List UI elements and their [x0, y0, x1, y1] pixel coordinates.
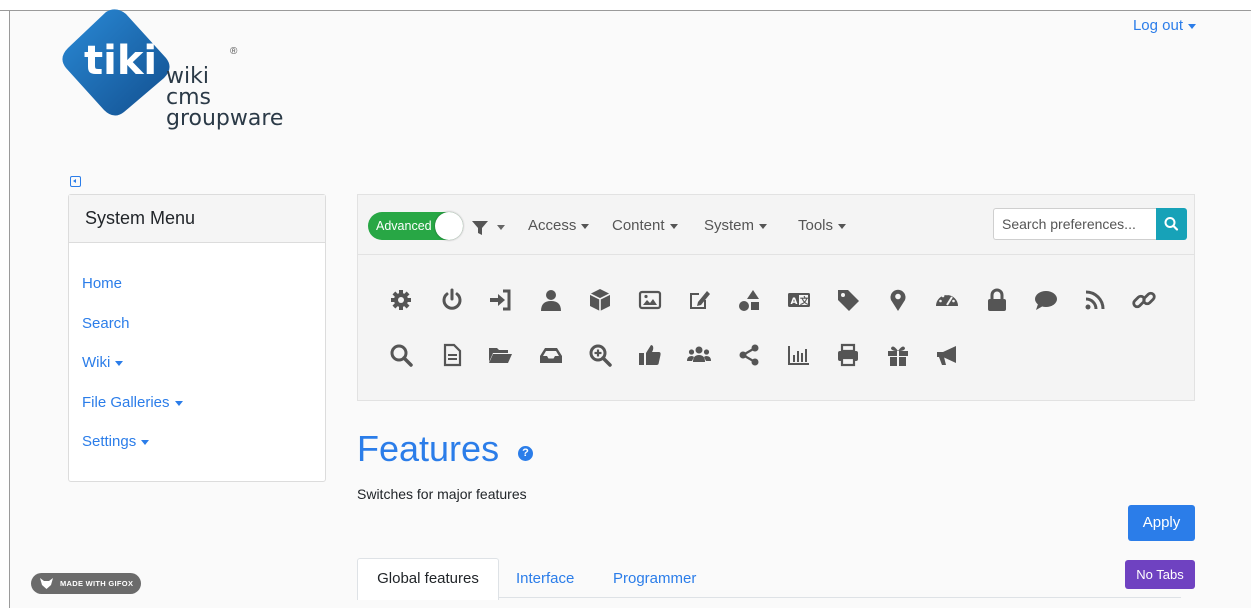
- menu-system[interactable]: System: [704, 217, 768, 234]
- admin-panel: Advanced Access Content System Tools A文: [357, 194, 1195, 401]
- system-menu-panel: System Menu Home Search Wiki File Galler…: [68, 194, 326, 482]
- lock-icon[interactable]: [984, 287, 1010, 313]
- users-icon[interactable]: [686, 342, 712, 368]
- filter-icon[interactable]: [472, 221, 488, 235]
- badge-label: MADE WITH GIFOX: [60, 579, 134, 588]
- comment-icon[interactable]: [1033, 287, 1059, 313]
- toggle-knob: [435, 212, 463, 240]
- logo-tagline: wiki cms groupware: [166, 64, 284, 131]
- gifox-badge: MADE WITH GIFOX: [31, 573, 141, 594]
- menu-item-home[interactable]: Home: [82, 275, 122, 292]
- chevron-down-icon: [497, 225, 505, 230]
- page-subtitle: Switches for major features: [357, 486, 527, 502]
- menu-tools[interactable]: Tools: [798, 217, 847, 234]
- preferences-search: [993, 208, 1187, 240]
- tab-programmer[interactable]: Programmer: [613, 570, 696, 587]
- collapse-sidebar-icon[interactable]: [70, 176, 81, 187]
- logo-line-wiki: wiki: [166, 64, 209, 89]
- logo-line-groupware: groupware: [166, 106, 284, 131]
- menu-item-file-galleries[interactable]: File Galleries: [82, 394, 183, 411]
- map-marker-icon[interactable]: [885, 287, 911, 313]
- chevron-down-icon: [669, 223, 678, 229]
- search-button[interactable]: [1156, 208, 1187, 240]
- svg-text:A: A: [791, 297, 798, 307]
- page-title: Features: [357, 428, 500, 469]
- menu-access[interactable]: Access: [528, 217, 590, 234]
- power-icon[interactable]: [439, 287, 465, 313]
- no-tabs-button[interactable]: No Tabs: [1125, 560, 1195, 589]
- shapes-icon[interactable]: [736, 287, 762, 313]
- chevron-down-icon: [174, 400, 183, 406]
- tab-global-features[interactable]: Global features: [357, 558, 499, 600]
- logout-menu[interactable]: Log out: [1133, 17, 1196, 34]
- cube-icon[interactable]: [587, 287, 613, 313]
- menu-content[interactable]: Content: [612, 217, 678, 234]
- thumbs-up-icon[interactable]: [637, 342, 663, 368]
- inbox-icon[interactable]: [538, 342, 564, 368]
- fox-icon: [40, 578, 53, 589]
- advanced-toggle[interactable]: Advanced: [368, 212, 463, 240]
- gear-icon[interactable]: [388, 287, 414, 313]
- logo-line-cms: cms: [166, 85, 211, 110]
- search-preferences-input[interactable]: [993, 208, 1156, 240]
- chart-icon[interactable]: [786, 342, 812, 368]
- chevron-down-icon: [759, 223, 768, 229]
- chevron-down-icon: [115, 360, 124, 366]
- megaphone-icon[interactable]: [934, 342, 960, 368]
- gift-icon[interactable]: [885, 342, 911, 368]
- admin-navbar: Advanced Access Content System Tools: [358, 195, 1194, 255]
- search-icon[interactable]: [388, 342, 414, 368]
- apply-button[interactable]: Apply: [1128, 505, 1195, 541]
- file-icon[interactable]: [439, 342, 465, 368]
- search-icon: [1164, 217, 1179, 231]
- system-menu-title: System Menu: [69, 195, 325, 243]
- svg-text:文: 文: [799, 295, 810, 307]
- svg-text:tiki: tiki: [84, 38, 157, 84]
- menu-item-wiki[interactable]: Wiki: [82, 354, 124, 371]
- menu-item-search[interactable]: Search: [82, 315, 130, 332]
- tiki-logo-mark: tiki: [62, 9, 170, 116]
- chevron-down-icon: [1188, 23, 1196, 29]
- registered-mark: ®: [230, 46, 238, 57]
- login-icon[interactable]: [487, 287, 513, 313]
- tiki-logo[interactable]: tiki ® wiki cms groupware: [58, 6, 308, 146]
- chevron-down-icon: [838, 223, 847, 229]
- language-icon[interactable]: A文: [786, 287, 812, 313]
- share-icon[interactable]: [736, 342, 762, 368]
- tag-icon[interactable]: [835, 287, 861, 313]
- image-icon[interactable]: [637, 287, 663, 313]
- edit-icon[interactable]: [686, 287, 712, 313]
- help-icon[interactable]: ?: [518, 446, 533, 461]
- zoom-in-icon[interactable]: [587, 342, 613, 368]
- chevron-down-icon: [141, 439, 150, 445]
- toggle-label: Advanced: [376, 219, 432, 233]
- gauge-icon[interactable]: [934, 287, 960, 313]
- chevron-down-icon: [581, 223, 590, 229]
- tab-interface[interactable]: Interface: [516, 570, 574, 587]
- print-icon[interactable]: [835, 342, 861, 368]
- link-icon[interactable]: [1131, 287, 1157, 313]
- logout-label: Log out: [1132, 17, 1183, 34]
- user-icon[interactable]: [538, 287, 564, 313]
- menu-item-settings[interactable]: Settings: [82, 433, 150, 450]
- rss-icon[interactable]: [1082, 287, 1108, 313]
- folder-open-icon[interactable]: [487, 342, 513, 368]
